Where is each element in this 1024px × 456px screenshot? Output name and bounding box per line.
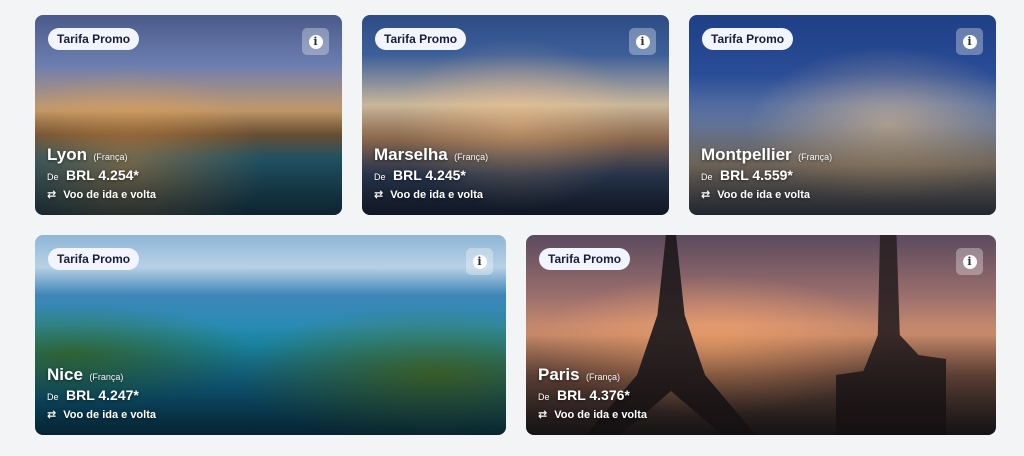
card-details: Nice (França) De BRL 4.247* ⇄ Voo de ida… [47, 365, 156, 421]
promo-badge: Tarifa Promo [539, 248, 631, 270]
country-name: (França) [93, 152, 128, 162]
price-prefix: De [538, 392, 550, 402]
trip-type: Voo de ida e volta [63, 189, 156, 201]
round-trip-arrows-icon: ⇄ [47, 409, 57, 421]
info-icon[interactable]: i [302, 28, 329, 55]
price-value: BRL 4.376* [556, 387, 630, 403]
promo-badge: Tarifa Promo [702, 28, 794, 50]
country-name: (França) [586, 372, 621, 382]
city-name: Montpellier [701, 145, 792, 164]
city-name: Lyon [47, 145, 87, 164]
city-name: Paris [538, 365, 580, 384]
city-name: Marselha [374, 145, 448, 164]
trip-type: Voo de ida e volta [554, 409, 647, 421]
round-trip-arrows-icon: ⇄ [538, 409, 548, 421]
destination-card-montpellier[interactable]: Tarifa Promo i Montpellier (França) De B… [689, 15, 996, 215]
round-trip-arrows-icon: ⇄ [701, 189, 711, 201]
promo-badge: Tarifa Promo [375, 28, 467, 50]
country-name: (França) [89, 372, 124, 382]
round-trip-arrows-icon: ⇄ [374, 189, 384, 201]
info-icon[interactable]: i [629, 28, 656, 55]
card-details: Marselha (França) De BRL 4.245* ⇄ Voo de… [374, 145, 488, 201]
price-value: BRL 4.245* [392, 167, 466, 183]
price-value: BRL 4.247* [65, 387, 139, 403]
destination-grid: Tarifa Promo i Lyon (França) De BRL 4.25… [0, 0, 1024, 456]
promo-badge: Tarifa Promo [48, 28, 140, 50]
round-trip-arrows-icon: ⇄ [47, 189, 57, 201]
country-name: (França) [454, 152, 489, 162]
price-value: BRL 4.559* [719, 167, 793, 183]
card-details: Lyon (França) De BRL 4.254* ⇄ Voo de ida… [47, 145, 156, 201]
trip-type: Voo de ida e volta [63, 409, 156, 421]
info-icon[interactable]: i [466, 248, 493, 275]
destination-card-nice[interactable]: Tarifa Promo i Nice (França) De BRL 4.24… [35, 235, 506, 435]
info-icon[interactable]: i [956, 28, 983, 55]
card-details: Montpellier (França) De BRL 4.559* ⇄ Voo… [701, 145, 832, 201]
card-details: Paris (França) De BRL 4.376* ⇄ Voo de id… [538, 365, 647, 421]
price-value: BRL 4.254* [65, 167, 139, 183]
price-prefix: De [374, 172, 386, 182]
destination-card-lyon[interactable]: Tarifa Promo i Lyon (França) De BRL 4.25… [35, 15, 342, 215]
destination-card-marselha[interactable]: Tarifa Promo i Marselha (França) De BRL … [362, 15, 669, 215]
trip-type: Voo de ida e volta [717, 189, 810, 201]
promo-badge: Tarifa Promo [48, 248, 140, 270]
price-prefix: De [47, 172, 59, 182]
city-name: Nice [47, 365, 83, 384]
info-icon[interactable]: i [956, 248, 983, 275]
price-prefix: De [701, 172, 713, 182]
country-name: (França) [798, 152, 833, 162]
trip-type: Voo de ida e volta [390, 189, 483, 201]
destination-card-paris[interactable]: Tarifa Promo i Paris (França) De BRL 4.3… [526, 235, 996, 435]
price-prefix: De [47, 392, 59, 402]
